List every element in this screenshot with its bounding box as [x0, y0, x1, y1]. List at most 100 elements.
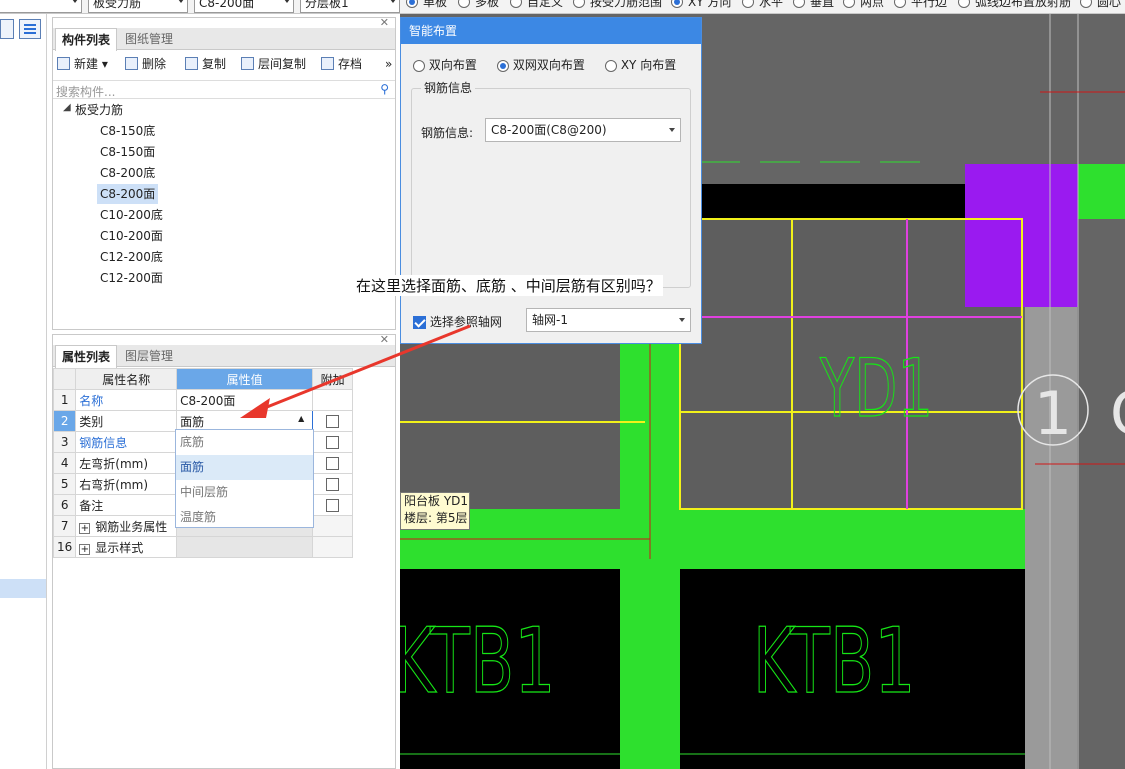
- tree-item[interactable]: C8-200底: [97, 163, 158, 183]
- archive-icon: [321, 57, 334, 70]
- more-toolbar-icon[interactable]: »: [385, 54, 392, 74]
- header-property-name: 属性名称: [75, 368, 178, 390]
- dropdown-option[interactable]: 中间层筋: [176, 480, 313, 505]
- left-nav-selected-item[interactable]: [0, 579, 46, 598]
- chevron-down-icon: [669, 128, 675, 132]
- detail-view-icon[interactable]: [19, 19, 41, 39]
- axis-checkbox-label: 选择参照轴网: [429, 315, 502, 329]
- dropdown-option[interactable]: 温度筋: [176, 505, 313, 530]
- property-name: 显示样式: [95, 540, 144, 555]
- option-two-way[interactable]: 双向布置: [413, 56, 477, 73]
- column-grey: [1025, 307, 1077, 769]
- tab-drawing-management[interactable]: 图纸管理: [119, 28, 179, 50]
- chevron-down-icon: [72, 0, 78, 3]
- label-ktb-right: KTB1: [753, 609, 916, 713]
- checkbox-icon[interactable]: [326, 457, 340, 470]
- list-view-icon[interactable]: [0, 19, 14, 39]
- new-button[interactable]: 新建 ▾: [57, 54, 108, 74]
- attached-cell[interactable]: [312, 452, 353, 474]
- tree-item[interactable]: C10-200底: [97, 205, 166, 225]
- option-double-net-label: 双网双向布置: [512, 58, 585, 72]
- header-attached: 附加: [312, 368, 353, 390]
- search-icon[interactable]: ⚲: [380, 82, 389, 96]
- property-name: 左弯折(mm): [79, 456, 149, 471]
- radio-selected-icon: [406, 0, 418, 8]
- radio-label: 单板: [423, 0, 448, 9]
- annotation-question: 在这里选择面筋、底筋 、中间层筋有区别吗？: [354, 275, 663, 296]
- tab-layer-management[interactable]: 图层管理: [119, 345, 179, 367]
- radio-custom[interactable]: 自定义: [510, 0, 563, 10]
- toolbar-combo-layer[interactable]: 分层板1: [300, 0, 400, 13]
- radio-two-points[interactable]: 两点: [843, 0, 884, 10]
- checkbox-icon[interactable]: [326, 499, 340, 512]
- delete-button[interactable]: 删除: [125, 54, 166, 74]
- tree-item[interactable]: C12-200底: [97, 247, 166, 267]
- radio-single-slab[interactable]: 单板: [406, 0, 447, 10]
- radio-icon: [742, 0, 754, 8]
- radio-center[interactable]: 圆心: [1080, 0, 1121, 10]
- option-two-way-label: 双向布置: [428, 58, 477, 72]
- toolbar-combo-type-value: 板受力筋: [93, 0, 142, 10]
- property-name: 右弯折(mm): [79, 477, 149, 492]
- property-name: 钢筋信息: [79, 435, 128, 450]
- dialog-title: 智能布置: [401, 18, 701, 44]
- radio-horizontal[interactable]: 水平: [742, 0, 783, 10]
- property-value-cell[interactable]: C8-200面: [176, 389, 314, 411]
- tree-item[interactable]: C10-200面: [97, 226, 166, 246]
- attached-cell[interactable]: [312, 473, 353, 495]
- tree-item[interactable]: C8-200面: [97, 184, 159, 204]
- attached-cell[interactable]: [312, 494, 353, 516]
- radio-parallel-edge[interactable]: 平行边: [894, 0, 947, 10]
- tree-collapse-icon[interactable]: ◢: [63, 102, 71, 113]
- expand-icon[interactable]: +: [79, 543, 91, 555]
- chevron-down-icon: [679, 318, 685, 322]
- radio-xy-direction[interactable]: XY 方向: [671, 0, 731, 10]
- checkbox-icon[interactable]: [326, 436, 340, 449]
- component-search-box[interactable]: 搜索构件... ⚲: [53, 80, 395, 99]
- dropdown-option[interactable]: 底筋: [176, 430, 313, 455]
- header-property-value: 属性值: [176, 368, 314, 390]
- checkbox-icon[interactable]: [326, 478, 340, 491]
- attached-cell[interactable]: [312, 431, 353, 453]
- property-name-cell: 类别: [75, 410, 178, 432]
- property-name-cell: 左弯折(mm): [75, 452, 178, 474]
- caret-up-icon[interactable]: ▲: [298, 414, 304, 423]
- attached-cell[interactable]: [312, 410, 353, 432]
- toolbar-combo-type[interactable]: 板受力筋: [88, 0, 188, 13]
- property-row: 1 名称 C8-200面: [52, 389, 353, 411]
- dropdown-option[interactable]: 面筋: [176, 455, 313, 480]
- expand-icon[interactable]: +: [79, 522, 91, 534]
- archive-button[interactable]: 存档: [321, 54, 362, 74]
- axis-combo[interactable]: 轴网-1: [526, 308, 691, 332]
- radio-multi-slab[interactable]: 多板: [458, 0, 499, 10]
- property-name: 备注: [79, 498, 104, 513]
- property-list-panel: ✕ 属性列表 图层管理 属性名称 属性值 附加 1 名称 C8-200面 2 类别 面筋 ▲…: [52, 333, 396, 769]
- property-value-cell[interactable]: [176, 536, 314, 558]
- search-placeholder: 搜索构件...: [56, 85, 116, 99]
- row-number: 1: [52, 389, 77, 411]
- tree-root[interactable]: 板受力筋: [75, 100, 123, 120]
- delete-label: 删除: [142, 57, 167, 71]
- component-tabs: 构件列表 图纸管理: [53, 28, 395, 51]
- tab-component-list[interactable]: 构件列表: [55, 28, 118, 51]
- tooltip-line-1: 阳台板 YD1: [404, 494, 469, 508]
- radio-vertical[interactable]: 垂直: [793, 0, 834, 10]
- tree-item[interactable]: C12-200面: [97, 268, 166, 288]
- copy-button[interactable]: 复制: [185, 54, 226, 74]
- rebar-info-label: 钢筋信息:: [421, 126, 474, 140]
- radio-arc-edge[interactable]: 弧线边布置放射筋: [958, 0, 1071, 10]
- tree-item[interactable]: C8-150底: [97, 121, 158, 141]
- toolbar-combo-component[interactable]: C8-200面: [194, 0, 294, 13]
- radio-by-range[interactable]: 按受力筋范围: [573, 0, 662, 10]
- toolbar-combo-1[interactable]: [0, 0, 82, 13]
- radio-label: 垂直: [810, 0, 835, 9]
- rebar-info-combo[interactable]: C8-200面(C8@200): [485, 118, 681, 142]
- option-double-net[interactable]: 双网双向布置: [497, 56, 585, 73]
- radio-label: 按受力筋范围: [590, 0, 663, 9]
- copy-between-floors-button[interactable]: 层间复制: [241, 54, 306, 74]
- checkbox-icon[interactable]: [326, 415, 340, 428]
- axis-checkbox[interactable]: 选择参照轴网: [413, 313, 502, 330]
- option-xy[interactable]: XY 向布置: [605, 56, 676, 73]
- tab-property-list[interactable]: 属性列表: [55, 345, 118, 368]
- tree-item[interactable]: C8-150面: [97, 142, 158, 162]
